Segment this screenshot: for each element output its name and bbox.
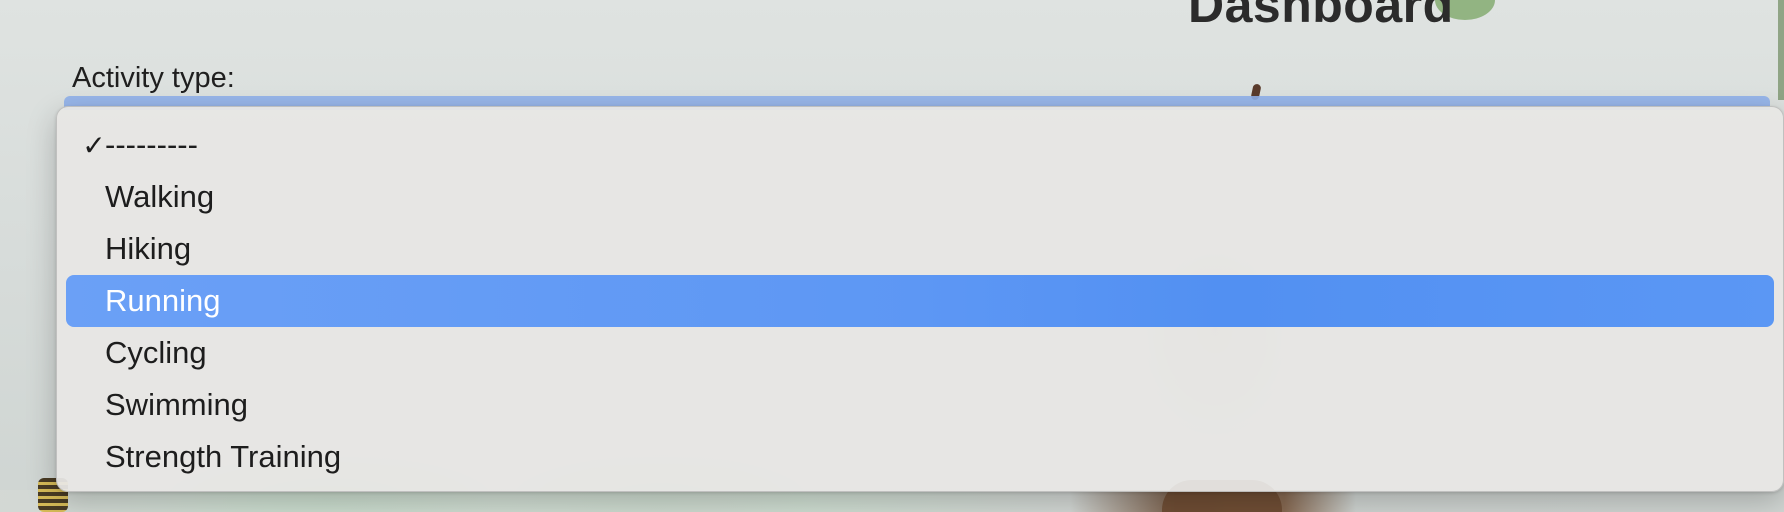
option-label: Cycling bbox=[105, 335, 207, 370]
option-cycling[interactable]: Cycling bbox=[66, 327, 1774, 379]
option-label: Walking bbox=[105, 179, 215, 214]
option-swimming[interactable]: Swimming bbox=[66, 379, 1774, 431]
option-label: Swimming bbox=[105, 387, 248, 422]
option-running[interactable]: Running bbox=[66, 275, 1774, 327]
option-hiking[interactable]: Hiking bbox=[66, 223, 1774, 275]
option-label: Strength Training bbox=[105, 439, 342, 474]
activity-type-label: Activity type: bbox=[72, 62, 235, 94]
option-walking[interactable]: Walking bbox=[66, 171, 1774, 223]
option-label: --------- bbox=[105, 127, 198, 162]
page-title: Dashboard bbox=[1188, 0, 1454, 33]
option-label: Hiking bbox=[105, 231, 192, 266]
checkmark-icon: ✓ bbox=[82, 129, 106, 161]
activity-type-dropdown-menu: ✓ --------- Walking Hiking Running Cycli… bbox=[56, 106, 1784, 492]
option-label: Running bbox=[105, 283, 221, 318]
option-blank[interactable]: ✓ --------- bbox=[66, 119, 1774, 171]
background-photo-bottom bbox=[0, 490, 1784, 512]
background-edge bbox=[1778, 0, 1784, 100]
option-strength-training[interactable]: Strength Training bbox=[66, 431, 1774, 483]
